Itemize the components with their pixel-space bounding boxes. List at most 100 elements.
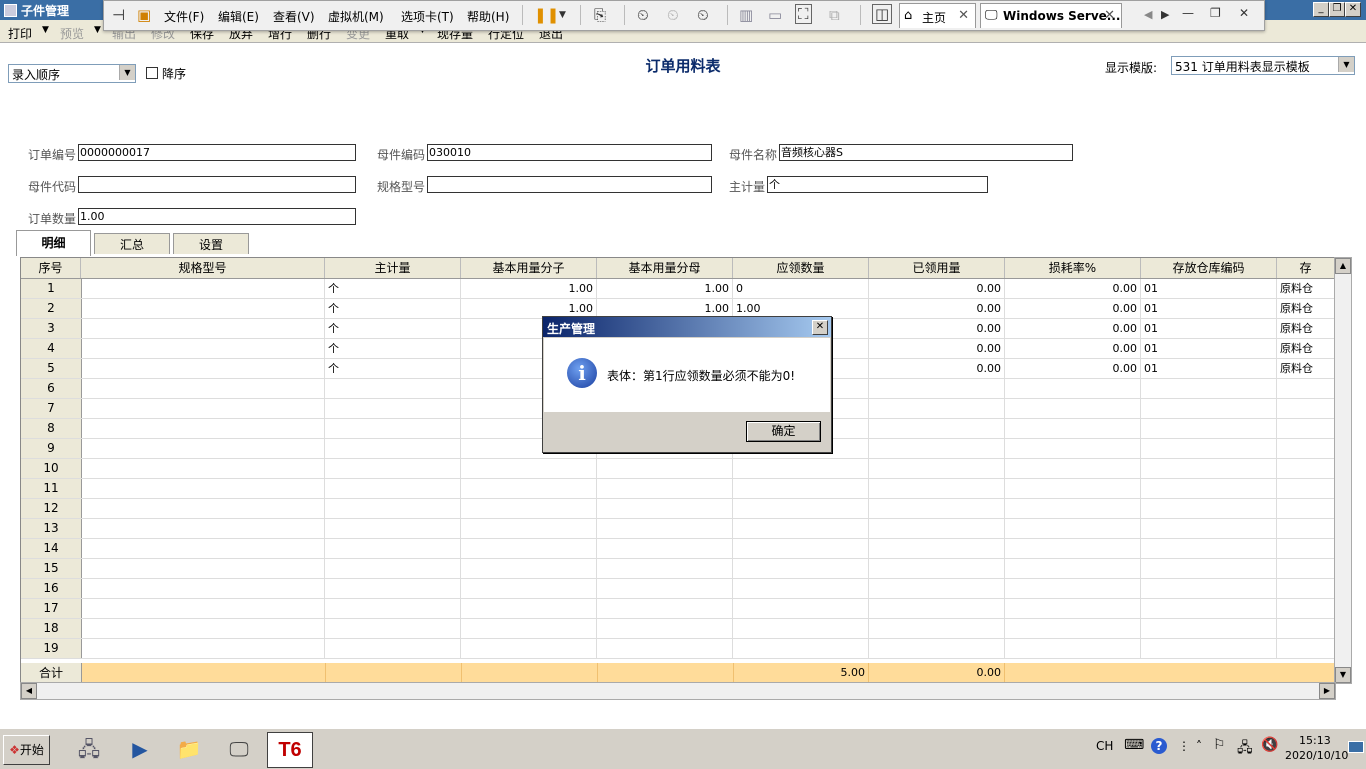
cell-spec[interactable] bbox=[81, 339, 325, 358]
start-button[interactable]: ❖开始 bbox=[3, 735, 50, 765]
cell-base-denominator[interactable] bbox=[597, 599, 733, 618]
cell-warehouse-code[interactable] bbox=[1141, 499, 1277, 518]
cell-issued-qty[interactable]: 0.00 bbox=[869, 319, 1005, 338]
cell-loss-rate[interactable]: 0.00 bbox=[1005, 359, 1141, 378]
unity-icon[interactable]: ⧉ bbox=[829, 6, 840, 24]
keyboard-icon[interactable]: ⌨ bbox=[1124, 737, 1144, 753]
cell-base-numerator[interactable] bbox=[461, 479, 597, 498]
cell-loss-rate[interactable]: 0.00 bbox=[1005, 279, 1141, 298]
cell-base-numerator[interactable] bbox=[461, 519, 597, 538]
cell-unit[interactable] bbox=[325, 459, 461, 478]
cell-unit[interactable] bbox=[325, 399, 461, 418]
cell-unit[interactable] bbox=[325, 579, 461, 598]
cell-warehouse-name[interactable] bbox=[1277, 639, 1335, 658]
cell-base-denominator[interactable]: 1.00 bbox=[597, 279, 733, 298]
close-tab-icon[interactable]: ✕ bbox=[1104, 8, 1115, 23]
close-tab-icon[interactable]: ✕ bbox=[958, 8, 969, 23]
cell-issued-qty[interactable] bbox=[869, 519, 1005, 538]
cell-unit[interactable] bbox=[325, 499, 461, 518]
cell-loss-rate[interactable] bbox=[1005, 639, 1141, 658]
tab-home[interactable]: ⌂ 主页 ✕ bbox=[899, 3, 976, 28]
unit-field[interactable]: 个 bbox=[767, 176, 988, 193]
pause-icon[interactable]: ❚❚ bbox=[534, 6, 559, 24]
menu-tabs[interactable]: 选项卡(T) bbox=[401, 8, 454, 25]
cell-warehouse-code[interactable] bbox=[1141, 479, 1277, 498]
flag-icon[interactable]: ⚐ bbox=[1213, 737, 1226, 753]
cell-warehouse-code[interactable]: 01 bbox=[1141, 339, 1277, 358]
parent-alias-field[interactable] bbox=[78, 176, 356, 193]
cell-issued-qty[interactable] bbox=[869, 579, 1005, 598]
cell-base-numerator[interactable]: 1.00 bbox=[461, 279, 597, 298]
cell-loss-rate[interactable]: 0.00 bbox=[1005, 299, 1141, 318]
cell-spec[interactable] bbox=[81, 559, 325, 578]
cell-unit[interactable] bbox=[325, 519, 461, 538]
order-qty-field[interactable]: 1.00 bbox=[78, 208, 356, 225]
vm-logo-icon[interactable]: ▣ bbox=[137, 6, 151, 24]
cell-base-denominator[interactable] bbox=[597, 479, 733, 498]
cell-warehouse-name[interactable]: 原料仓 bbox=[1277, 319, 1335, 338]
scroll-left-icon[interactable]: ◀ bbox=[21, 683, 37, 699]
table-row[interactable]: 1 个 1.00 1.00 0 0.00 0.00 01 原料仓 bbox=[21, 279, 1335, 299]
cell-warehouse-name[interactable]: 原料仓 bbox=[1277, 359, 1335, 378]
cell-spec[interactable] bbox=[81, 639, 325, 658]
cell-base-numerator[interactable] bbox=[461, 619, 597, 638]
cell-warehouse-name[interactable] bbox=[1277, 379, 1335, 398]
vertical-scrollbar[interactable]: ▲ ▼ bbox=[1334, 257, 1352, 684]
table-row[interactable]: 15 bbox=[21, 559, 1335, 579]
cell-warehouse-name[interactable] bbox=[1277, 479, 1335, 498]
cell-warehouse-code[interactable] bbox=[1141, 619, 1277, 638]
cell-issued-qty[interactable] bbox=[869, 459, 1005, 478]
cell-loss-rate[interactable] bbox=[1005, 499, 1141, 518]
cell-unit[interactable] bbox=[325, 479, 461, 498]
cell-loss-rate[interactable]: 0.00 bbox=[1005, 319, 1141, 338]
table-row[interactable]: 18 bbox=[21, 619, 1335, 639]
cell-warehouse-name[interactable] bbox=[1277, 519, 1335, 538]
menu-help[interactable]: 帮助(H) bbox=[467, 8, 509, 25]
network-icon[interactable]: 🖧 bbox=[1237, 737, 1253, 761]
cell-spec[interactable] bbox=[81, 299, 325, 318]
cell-required-qty[interactable] bbox=[733, 619, 869, 638]
cell-issued-qty[interactable] bbox=[869, 599, 1005, 618]
cell-issued-qty[interactable]: 0.00 bbox=[869, 279, 1005, 298]
cell-spec[interactable] bbox=[81, 399, 325, 418]
show-desktop-icon[interactable] bbox=[1348, 741, 1364, 753]
help-icon[interactable]: ? bbox=[1151, 738, 1167, 754]
send-keys-icon[interactable]: ⎘ bbox=[594, 6, 606, 24]
cell-spec[interactable] bbox=[81, 439, 325, 458]
cell-spec[interactable] bbox=[81, 379, 325, 398]
monitor-icon[interactable]: 🖵 bbox=[217, 732, 261, 766]
cell-unit[interactable] bbox=[325, 619, 461, 638]
cell-unit[interactable] bbox=[325, 439, 461, 458]
cell-base-denominator[interactable] bbox=[597, 519, 733, 538]
cell-base-denominator[interactable] bbox=[597, 579, 733, 598]
revert-snapshot-icon[interactable]: ⏲ bbox=[667, 6, 679, 24]
cell-required-qty[interactable] bbox=[733, 639, 869, 658]
cell-required-qty[interactable] bbox=[733, 539, 869, 558]
dialog-close-button[interactable]: ✕ bbox=[812, 320, 828, 335]
cell-required-qty[interactable] bbox=[733, 559, 869, 578]
minimize-button[interactable]: _ bbox=[1313, 2, 1329, 17]
dialog-title-bar[interactable]: 生产管理 ✕ bbox=[543, 317, 831, 337]
cell-warehouse-code[interactable] bbox=[1141, 439, 1277, 458]
tab-windows-server[interactable]: 🖵 Windows Serve... ✕ bbox=[980, 3, 1122, 28]
console-view-icon[interactable]: ▭ bbox=[768, 6, 782, 24]
cell-base-numerator[interactable] bbox=[461, 579, 597, 598]
clock-date[interactable]: 2020/10/10 bbox=[1285, 749, 1348, 762]
vm-close-icon[interactable]: ✕ bbox=[1239, 6, 1249, 20]
menu-vm[interactable]: 虚拟机(M) bbox=[328, 8, 384, 25]
cell-base-denominator[interactable] bbox=[597, 459, 733, 478]
cell-base-numerator[interactable] bbox=[461, 599, 597, 618]
scroll-right-icon[interactable]: ▶ bbox=[1161, 8, 1169, 21]
cell-issued-qty[interactable] bbox=[869, 639, 1005, 658]
cell-unit[interactable] bbox=[325, 379, 461, 398]
cell-warehouse-name[interactable] bbox=[1277, 419, 1335, 438]
cell-required-qty[interactable] bbox=[733, 499, 869, 518]
table-row[interactable]: 12 bbox=[21, 499, 1335, 519]
fullscreen-icon[interactable]: ⛶ bbox=[795, 4, 812, 24]
t6-app-button[interactable]: T6 bbox=[267, 732, 313, 768]
menu-edit[interactable]: 编辑(E) bbox=[218, 8, 259, 25]
cell-warehouse-name[interactable] bbox=[1277, 399, 1335, 418]
cell-warehouse-name[interactable] bbox=[1277, 459, 1335, 478]
cell-warehouse-code[interactable] bbox=[1141, 399, 1277, 418]
cell-loss-rate[interactable] bbox=[1005, 399, 1141, 418]
